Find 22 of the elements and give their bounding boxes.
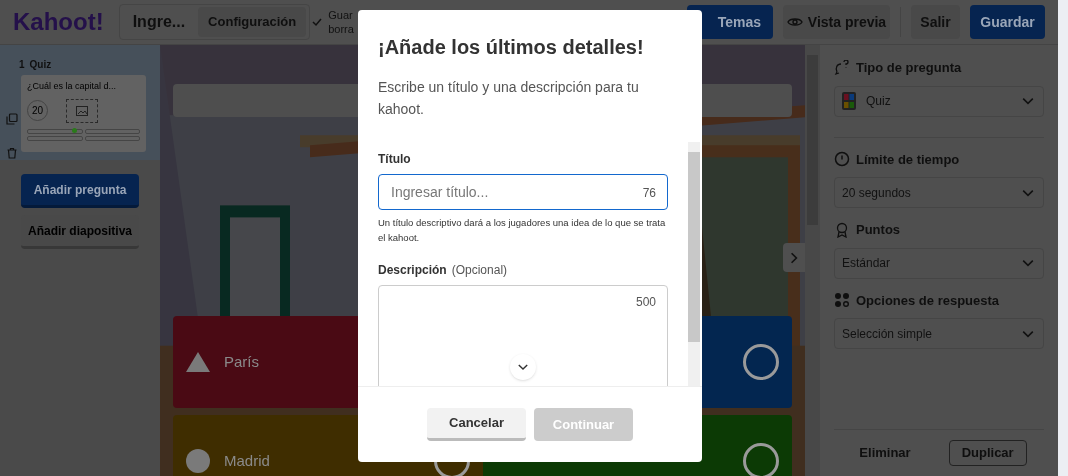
- setting-label: Tipo de pregunta: [856, 59, 962, 77]
- dropdown-value: Estándar: [842, 255, 891, 272]
- character-counter: 500: [635, 294, 656, 311]
- optional-label: (Opcional): [451, 262, 508, 279]
- dropdown-value: Quiz: [866, 93, 891, 110]
- helper-text: Un título descriptivo dará a los jugadores una idea de lo que se trata el kahoot.: [378, 216, 667, 245]
- slide-type: Quiz: [29, 58, 52, 72]
- setting-label: Opciones de respuesta: [856, 291, 1000, 310]
- character-counter: 76: [642, 185, 656, 202]
- answer-text: París: [224, 351, 259, 372]
- save-status: Guar borra: [328, 8, 354, 36]
- dropdown-value: Selección simple: [842, 325, 933, 343]
- setting-label: Límite de tiempo: [856, 150, 960, 169]
- dialog-title: ¡Añade los últimos detalles!: [378, 35, 645, 60]
- field-label: Descripción: [378, 262, 447, 279]
- answer-text: Madrid: [224, 450, 270, 471]
- dialog-description: Escribe un título y una descripción para tu kahoot.: [378, 78, 640, 119]
- slide-number: 1: [19, 58, 25, 72]
- field-label: Título: [378, 151, 412, 168]
- setting-label: Puntos: [856, 221, 901, 239]
- slide-question: ¿Cuál es la capital d...: [27, 80, 118, 93]
- dropdown-value: 20 segundos: [842, 184, 911, 202]
